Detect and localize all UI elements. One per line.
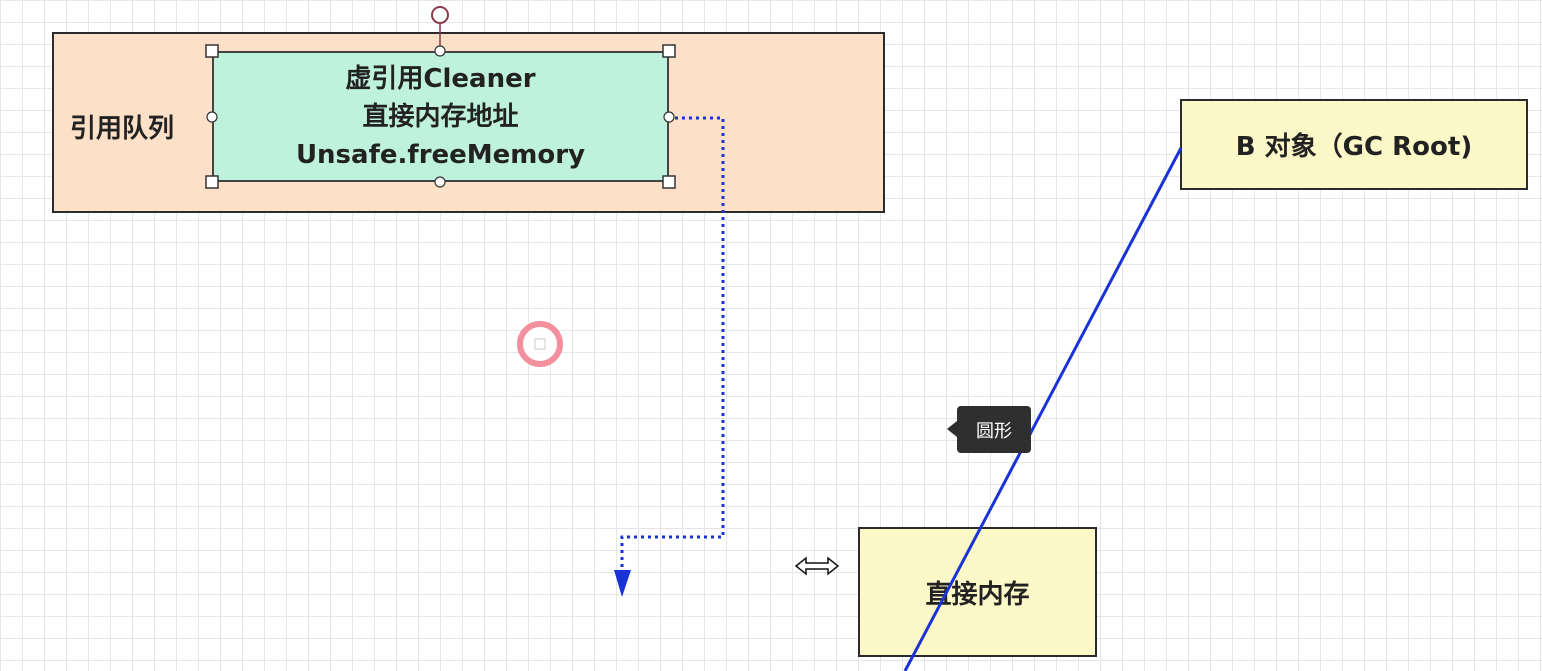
rotate-handle-icon[interactable] [431, 6, 449, 24]
resize-handle-nw[interactable] [205, 44, 219, 58]
horizontal-resize-cursor-icon [794, 556, 840, 576]
circle-cursor-icon [517, 321, 563, 367]
connection-point-right[interactable] [663, 111, 675, 123]
connection-point-bottom[interactable] [434, 176, 446, 188]
resize-handle-se[interactable] [662, 175, 676, 189]
reference-line[interactable] [903, 147, 1183, 671]
resize-handle-sw[interactable] [205, 175, 219, 189]
arrowhead-down-icon [614, 570, 631, 597]
diagram-overlay [205, 6, 1183, 671]
connection-point-left[interactable] [206, 111, 218, 123]
resize-handle-ne[interactable] [662, 44, 676, 58]
tooltip-label: 圆形 [976, 420, 1012, 442]
connection-point-top[interactable] [434, 45, 446, 57]
tooltip-pointer [947, 421, 957, 437]
shape-tooltip: 圆形 [957, 406, 1031, 453]
selection-handles[interactable] [205, 6, 676, 189]
